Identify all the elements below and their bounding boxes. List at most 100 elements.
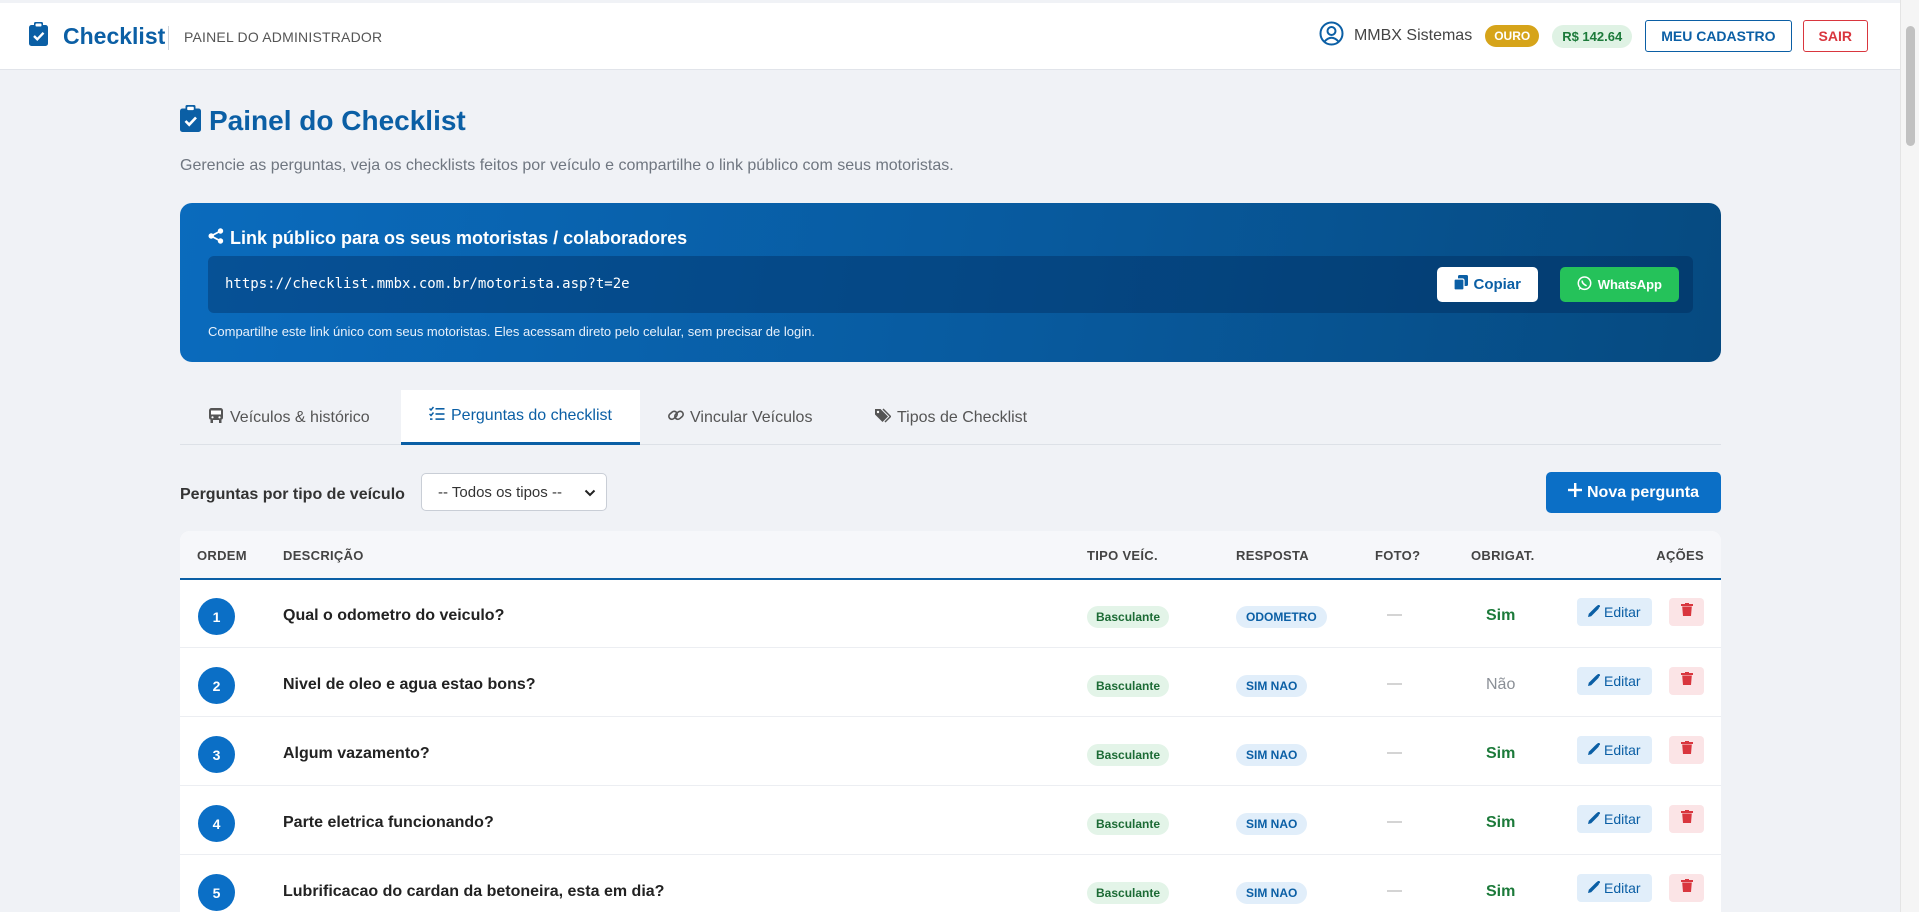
filter-row: Perguntas por tipo de veículo -- Todos o… — [180, 472, 1721, 514]
vehicle-type-select[interactable]: -- Todos os tipos -- — [421, 473, 607, 511]
answer-type-badge: SIM NAO — [1236, 675, 1308, 697]
profile-button[interactable]: MEU CADASTRO — [1645, 20, 1792, 52]
order-number: 1 — [198, 598, 235, 635]
edit-button[interactable]: Editar — [1577, 805, 1652, 833]
edit-button[interactable]: Editar — [1577, 736, 1652, 764]
trash-icon — [1680, 810, 1693, 828]
questions-table: ORDEM DESCRIÇÃO TIPO VEÍC. RESPOSTA FOTO… — [180, 531, 1721, 912]
new-question-label: Nova pergunta — [1586, 483, 1699, 501]
delete-button[interactable] — [1669, 874, 1704, 902]
new-question-button[interactable]: Nova pergunta — [1545, 472, 1721, 513]
link-icon — [668, 408, 690, 428]
edit-label: Editar — [1604, 604, 1641, 620]
order-number: 5 — [198, 874, 235, 911]
required-value: Sim — [1486, 607, 1516, 624]
delete-button[interactable] — [1669, 667, 1704, 695]
column-header-order: ORDEM — [197, 548, 247, 563]
bus-icon — [208, 407, 230, 428]
trash-icon — [1680, 603, 1693, 621]
public-link-card: Link público para os seus motoristas / c… — [180, 203, 1721, 362]
page-scrollbar[interactable] — [1900, 0, 1919, 912]
edit-label: Editar — [1604, 811, 1641, 827]
vehicle-type-badge: Basculante — [1087, 606, 1170, 628]
question-description: Algum vazamento? — [283, 745, 430, 762]
question-description: Lubrificacao do cardan da betoneira, est… — [283, 883, 665, 900]
column-header-actions: AÇÕES — [1656, 548, 1704, 563]
question-description: Nivel de oleo e agua estao bons? — [283, 676, 536, 693]
delete-button[interactable] — [1669, 805, 1704, 833]
public-link-url[interactable]: https://checklist.mmbx.com.br/motorista.… — [225, 276, 630, 292]
answer-type-badge: SIM NAO — [1236, 744, 1308, 766]
tags-icon — [875, 407, 897, 428]
table-header: ORDEM DESCRIÇÃO TIPO VEÍC. RESPOSTA FOTO… — [180, 531, 1721, 580]
order-number: 3 — [198, 736, 235, 773]
brand-name: Checklist — [63, 23, 166, 49]
tab-label: Veículos & histórico — [230, 408, 370, 426]
pencil-icon — [1588, 742, 1604, 758]
trash-icon — [1680, 741, 1693, 759]
required-value: Sim — [1486, 745, 1516, 762]
plan-badge: OURO — [1485, 25, 1540, 47]
copy-link-button[interactable]: Copiar — [1437, 267, 1538, 302]
user-area: MMBX Sistemas OURO R$ 142.64 MEU CADASTR… — [1319, 19, 1868, 53]
tab-checklist-questions[interactable]: Perguntas do checklist — [401, 390, 640, 445]
tab-link-vehicles[interactable]: Vincular Veículos — [640, 390, 840, 445]
brand[interactable]: Checklist — [29, 22, 165, 51]
tab-vehicles-history[interactable]: Veículos & histórico — [180, 390, 398, 445]
page-title-text: Painel do Checklist — [209, 105, 466, 136]
pencil-icon — [1588, 811, 1604, 827]
delete-button[interactable] — [1669, 736, 1704, 764]
user-name: MMBX Sistemas — [1353, 27, 1473, 44]
list-check-icon — [428, 406, 451, 426]
photo-value: — — [1387, 606, 1402, 623]
pencil-icon — [1588, 604, 1604, 620]
scrollbar-thumb[interactable] — [1906, 26, 1915, 146]
vehicle-type-badge: Basculante — [1087, 813, 1170, 835]
required-value: Não — [1486, 676, 1516, 693]
required-value: Sim — [1486, 814, 1516, 831]
column-header-vehicle-type: TIPO VEÍC. — [1087, 548, 1158, 563]
photo-value: — — [1387, 675, 1402, 692]
edit-button[interactable]: Editar — [1577, 874, 1652, 902]
edit-label: Editar — [1604, 673, 1641, 689]
table-row: 3 Algum vazamento? Basculante SIM NAO — … — [180, 718, 1721, 786]
edit-button[interactable]: Editar — [1577, 598, 1652, 626]
logout-button[interactable]: SAIR — [1802, 20, 1868, 52]
vehicle-type-select-value: -- Todos os tipos -- — [438, 483, 562, 501]
tab-label: Vincular Veículos — [690, 408, 813, 426]
delete-button[interactable] — [1669, 598, 1704, 626]
order-number: 4 — [198, 805, 235, 842]
balance-badge: R$ 142.64 — [1552, 24, 1633, 48]
brand-divider — [168, 26, 169, 50]
public-link-title-text: Link público para os seus motoristas / c… — [230, 228, 688, 248]
whatsapp-icon — [1577, 275, 1598, 294]
answer-type-badge: SIM NAO — [1236, 882, 1308, 904]
trash-icon — [1680, 879, 1693, 897]
tab-bar: Veículos & histórico Perguntas do checkl… — [180, 390, 1721, 445]
tab-label: Tipos de Checklist — [897, 408, 1028, 426]
admin-panel-subtitle: PAINEL DO ADMINISTRADOR — [184, 29, 383, 45]
photo-value: — — [1387, 882, 1402, 899]
column-header-answer: RESPOSTA — [1236, 548, 1309, 563]
copy-icon — [1453, 275, 1473, 294]
column-header-description: DESCRIÇÃO — [283, 548, 364, 563]
vehicle-type-badge: Basculante — [1087, 675, 1170, 697]
whatsapp-share-button[interactable]: WhatsApp — [1559, 267, 1679, 302]
pencil-icon — [1588, 673, 1604, 689]
edit-button[interactable]: Editar — [1577, 667, 1652, 695]
edit-label: Editar — [1604, 880, 1641, 896]
plus-icon — [1567, 483, 1587, 502]
order-number: 2 — [198, 667, 235, 704]
column-header-required: OBRIGAT. — [1471, 548, 1535, 563]
photo-value: — — [1387, 744, 1402, 761]
edit-label: Editar — [1604, 742, 1641, 758]
required-value: Sim — [1486, 883, 1516, 900]
table-row: 2 Nivel de oleo e agua estao bons? Bascu… — [180, 649, 1721, 717]
copy-link-label: Copiar — [1473, 276, 1521, 293]
page-title: Painel do Checklist — [180, 105, 466, 137]
clipboard-check-icon — [29, 22, 48, 51]
public-link-help: Compartilhe este link único com seus mot… — [208, 324, 815, 339]
whatsapp-label: WhatsApp — [1597, 277, 1662, 292]
tab-checklist-types[interactable]: Tipos de Checklist — [847, 390, 1055, 445]
table-row: 1 Qual o odometro do veiculo? Basculante… — [180, 580, 1721, 648]
